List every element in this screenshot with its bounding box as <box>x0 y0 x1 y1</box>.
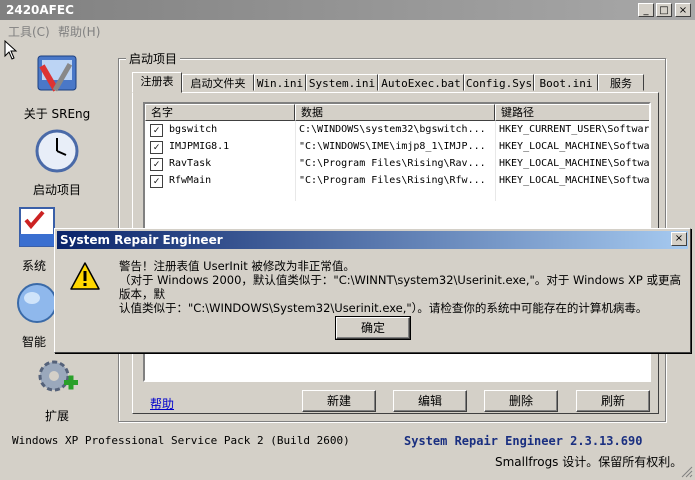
tab-autoexec-bat[interactable]: AutoExec.bat <box>378 74 464 91</box>
row-path: HKEY_LOCAL_MACHINE\Softwa <box>499 141 649 152</box>
os-version-text: Windows XP Professional Service Pack 2 (… <box>12 434 350 447</box>
table-row[interactable]: ✓ RavTask "C:\Program Files\Rising\Rav..… <box>145 156 649 173</box>
app-version-text: System Repair Engineer 2.3.13.690 <box>404 434 643 448</box>
table-row[interactable]: ✓ bgswitch C:\WINDOWS\system32\bgswitch.… <box>145 122 649 139</box>
copyright-text: Smallfrogs 设计。保留所有权利。 <box>495 455 683 469</box>
sidebar-item-label: 智能 <box>21 335 46 349</box>
column-header-data[interactable]: 数据 <box>295 104 495 121</box>
dialog-title-bar: System Repair Engineer <box>57 231 688 249</box>
row-checkbox[interactable]: ✓ <box>150 158 163 171</box>
row-path: HKEY_LOCAL_MACHINE\Softwa <box>499 175 649 186</box>
row-checkbox[interactable]: ✓ <box>150 124 163 137</box>
title-bar: 2420AFEC _ □ × <box>0 0 695 20</box>
dialog-title: System Repair Engineer <box>60 233 223 247</box>
dialog-message-line: 警告！注册表值 UserInit 被修改为非正常值。 <box>119 259 355 273</box>
table-row[interactable]: ✓ RfwMain "C:\Program Files\Rising\Rfw..… <box>145 173 649 190</box>
row-name: RfwMain <box>169 175 212 186</box>
table-row[interactable]: ✓ IMJPMIG8.1 "C:\WINDOWS\IME\imjp8_1\IMJ… <box>145 139 649 156</box>
refresh-button[interactable]: 刷新 <box>576 390 650 412</box>
row-name: IMJPMIG8.1 <box>169 141 230 152</box>
edit-button[interactable]: 编辑 <box>393 390 467 412</box>
row-data: "C:\Program Files\Rising\Rav... <box>299 158 486 169</box>
tab-config-sys[interactable]: Config.Sys <box>464 74 534 91</box>
row-name: RavTask <box>169 158 212 169</box>
column-header-path[interactable]: 键路径 <box>495 104 649 121</box>
menu-help[interactable]: 帮助(H) <box>58 23 100 40</box>
row-data: C:\WINDOWS\system32\bgswitch... <box>299 124 486 135</box>
sidebar-item-label: 扩展 <box>44 409 69 423</box>
tab-startup-folder[interactable]: 启动文件夹 <box>182 74 254 91</box>
tab-win-ini[interactable]: Win.ini <box>254 74 306 91</box>
tools-icon <box>37 55 77 92</box>
tab-boot-ini[interactable]: Boot.ini <box>534 74 598 91</box>
tab-services[interactable]: 服务 <box>598 74 644 91</box>
dialog-message-line: 认值类似于："C:\WINDOWS\System32\Userinit.exe,… <box>119 301 648 315</box>
row-path: HKEY_CURRENT_USER\Softwar <box>499 124 649 135</box>
warning-icon <box>70 262 100 290</box>
warning-dialog: System Repair Engineer × 警告！注册表值 UserIni… <box>54 228 691 353</box>
close-button[interactable]: × <box>675 3 691 17</box>
sidebar-item-about[interactable]: 关于 SREng <box>22 52 92 122</box>
tab-registry[interactable]: 注册表 <box>132 72 182 93</box>
sidebar-item-label: 系统 <box>21 259 46 273</box>
row-data: "C:\Program Files\Rising\Rfw... <box>299 175 486 186</box>
sidebar-item-smart[interactable]: 智能 <box>14 280 57 350</box>
row-data: "C:\WINDOWS\IME\imjp8_1\IMJP... <box>299 141 486 152</box>
gear-plus-icon <box>38 360 78 392</box>
list-header: 名字 数据 键路径 <box>145 104 649 121</box>
dialog-message-line: （对于 Windows 2000，默认值类似于："C:\WINNT\system… <box>119 273 681 301</box>
maximize-button[interactable]: □ <box>656 3 672 17</box>
sidebar-item-extend[interactable]: 扩展 <box>22 354 92 424</box>
menu-bar: 工具(C) 帮助(H) <box>0 20 695 40</box>
row-path: HKEY_LOCAL_MACHINE\Softwa <box>499 158 649 169</box>
row-name: bgswitch <box>169 124 218 135</box>
new-button[interactable]: 新建 <box>302 390 376 412</box>
delete-button[interactable]: 删除 <box>484 390 558 412</box>
dialog-close-button[interactable]: × <box>671 232 687 246</box>
sidebar-item-label: 关于 SREng <box>23 107 91 121</box>
ok-button[interactable]: 确定 <box>335 316 411 340</box>
sidebar-item-label: 启动项目 <box>32 183 81 197</box>
row-checkbox[interactable]: ✓ <box>150 175 163 188</box>
sidebar-item-system[interactable]: 系统 <box>14 204 55 274</box>
tab-system-ini[interactable]: System.ini <box>306 74 378 91</box>
window-title: 2420AFEC <box>6 3 74 17</box>
help-link[interactable]: 帮助 <box>150 395 174 412</box>
group-label: 启动项目 <box>126 50 181 67</box>
row-checkbox[interactable]: ✓ <box>150 141 163 154</box>
minimize-button[interactable]: _ <box>638 3 654 17</box>
dialog-message: 警告！注册表值 UserInit 被修改为非正常值。 （对于 Windows 2… <box>119 259 684 315</box>
cursor-icon <box>4 40 18 60</box>
column-header-name[interactable]: 名字 <box>145 104 295 121</box>
sidebar-item-startup[interactable]: 启动项目 <box>22 128 92 198</box>
clock-icon <box>35 129 79 173</box>
menu-tools[interactable]: 工具(C) <box>8 23 50 40</box>
resize-grip-icon[interactable] <box>681 466 693 478</box>
